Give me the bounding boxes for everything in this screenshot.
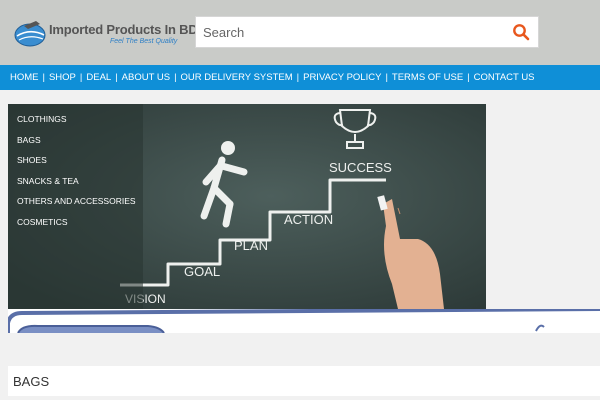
promo-banner-strip[interactable] [8, 309, 600, 333]
step-label-plan: PLAN [234, 238, 268, 253]
step-label-success: SUCCESS [329, 160, 392, 175]
site-logo[interactable]: Imported Products In BD Feel The Best Qu… [14, 18, 198, 52]
category-bags[interactable]: BAGS [8, 130, 143, 151]
search-bar [195, 16, 539, 48]
search-input[interactable] [196, 17, 506, 47]
promo-frame-graphic [8, 309, 600, 333]
step-label-action: ACTION [284, 212, 333, 227]
logo-tagline: Feel The Best Quality [110, 38, 178, 45]
nav-separator: | [79, 72, 83, 83]
nav-delivery-system[interactable]: OUR DELIVERY SYSTEM [181, 72, 293, 83]
nav-separator: | [42, 72, 45, 83]
logo-globe-icon [14, 21, 46, 47]
nav-separator: | [115, 72, 118, 83]
nav-separator: | [467, 72, 470, 83]
main-navigation: HOME | SHOP | DEAL | ABOUT US | OUR DELI… [0, 65, 600, 90]
category-clothings[interactable]: CLOTHINGS [8, 109, 143, 130]
category-cosmetics[interactable]: COSMETICS [8, 212, 143, 233]
nav-terms-of-use[interactable]: TERMS OF USE [392, 72, 463, 83]
category-others-accessories[interactable]: OTHERS AND ACCESSORIES [8, 191, 143, 212]
nav-about-us[interactable]: ABOUT US [122, 72, 170, 83]
site-header: Imported Products In BD Feel The Best Qu… [0, 0, 600, 65]
category-snacks-tea[interactable]: SNACKS & TEA [8, 171, 143, 192]
logo-title: Imported Products In BD [49, 22, 198, 37]
search-icon[interactable] [512, 23, 530, 41]
nav-contact-us[interactable]: CONTACT US [474, 72, 535, 83]
nav-separator: | [296, 72, 300, 83]
category-shoes[interactable]: SHOES [8, 150, 143, 171]
nav-shop[interactable]: SHOP [49, 72, 76, 83]
nav-home[interactable]: HOME [10, 72, 39, 83]
nav-deal[interactable]: DEAL [86, 72, 111, 83]
nav-separator: | [385, 72, 388, 83]
section-title: BAGS [13, 374, 50, 389]
nav-privacy-policy[interactable]: PRIVACY POLICY [303, 72, 381, 83]
nav-separator: | [174, 72, 177, 83]
step-label-goal: GOAL [184, 264, 220, 279]
category-sidebar: CLOTHINGS BAGS SHOES SNACKS & TEA OTHERS… [8, 104, 143, 333]
section-header-bar: BAGS [8, 366, 600, 396]
